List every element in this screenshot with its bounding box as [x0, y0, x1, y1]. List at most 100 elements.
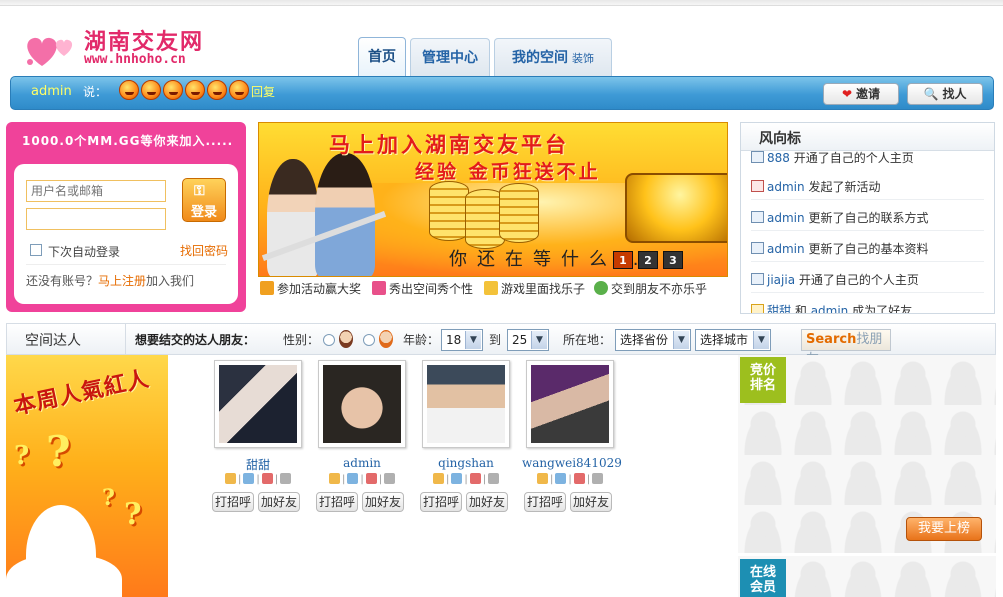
greet-button[interactable]: 打招呼: [316, 492, 358, 512]
heart-icon: ❤: [841, 87, 853, 101]
province-select[interactable]: 选择省份 ▼: [615, 329, 691, 351]
home-icon[interactable]: [243, 473, 255, 484]
say-label: 说：: [83, 85, 108, 99]
feed-user-link[interactable]: admin: [767, 242, 805, 256]
register-link[interactable]: 马上注册: [98, 274, 146, 288]
remember-label: 下次自动登录: [48, 245, 121, 259]
online-members-tag: 在线会员: [740, 559, 786, 597]
age-to-select[interactable]: 25 ▼: [507, 329, 549, 351]
member-photo[interactable]: [526, 360, 614, 448]
feed-user-link[interactable]: admin: [767, 211, 805, 225]
member-name[interactable]: 甜甜: [210, 456, 306, 473]
password-input[interactable]: [26, 208, 166, 230]
forgot-password-link[interactable]: 找回密码: [180, 242, 228, 259]
profile-icon[interactable]: [224, 473, 236, 484]
age-from-select[interactable]: 18 ▼: [441, 329, 483, 351]
feed-item: admin 发起了新活动: [751, 178, 880, 195]
feature-link-space[interactable]: 秀出空间秀个性: [372, 280, 473, 297]
login-button[interactable]: ⚿ 登录: [182, 178, 226, 222]
member-photo[interactable]: [318, 360, 406, 448]
banner-page-3[interactable]: 3: [663, 251, 683, 269]
penguin-icon[interactable]: [384, 473, 396, 484]
reply-link[interactable]: 回复: [251, 83, 275, 100]
male-icon: [339, 330, 353, 348]
city-select[interactable]: 选择城市 ▼: [695, 329, 771, 351]
banner-page-2[interactable]: 2: [638, 251, 658, 269]
person-icon[interactable]: [573, 473, 585, 484]
feed-user-link[interactable]: admin: [767, 180, 805, 194]
weekly-popular-panel[interactable]: 本周人氣紅人 ? ? ? ?: [6, 355, 168, 597]
to-label: 到: [489, 333, 502, 347]
feed-item: 甜甜 和 admin 成为了好友: [751, 302, 912, 313]
member-name[interactable]: qingshan: [418, 456, 514, 470]
feature-link-activity[interactable]: 参加活动赢大奖: [260, 280, 361, 297]
banner-page-1[interactable]: 1: [613, 251, 633, 269]
promo-banner[interactable]: 马上加入湖南交友平台 经验 金币狂送不止 你还在等什么... 123: [258, 122, 728, 277]
chevron-down-icon: ▼: [465, 331, 481, 349]
tab-management[interactable]: 管理中心: [410, 38, 490, 76]
home-icon[interactable]: [555, 473, 567, 484]
add-friend-button[interactable]: 加好友: [258, 492, 300, 512]
feed-user-link[interactable]: jiajia: [767, 273, 795, 287]
feature-link-games[interactable]: 游戏里面找乐子: [484, 280, 585, 297]
coin-stack-icon: [499, 183, 539, 243]
home-icon[interactable]: [347, 473, 359, 484]
username-input[interactable]: [26, 180, 166, 202]
question-mark-icon: ?: [46, 427, 71, 476]
login-headline: 1000.0个MM.GG等你来加入.....: [22, 134, 234, 148]
person-icon[interactable]: [469, 473, 481, 484]
smiley-icon: [141, 80, 161, 100]
member-name[interactable]: wangwei841029: [522, 456, 622, 470]
divider: [751, 230, 984, 231]
sex-female-radio[interactable]: [363, 334, 375, 346]
add-friend-button[interactable]: 加好友: [570, 492, 612, 512]
member-photo-image: [427, 365, 505, 443]
banner-person-image: [267, 159, 319, 276]
home-icon[interactable]: [451, 473, 463, 484]
sex-male-radio[interactable]: [323, 334, 335, 346]
chevron-down-icon: ▼: [531, 331, 547, 349]
feed-item: jiajia 开通了自己的个人主页: [751, 271, 919, 288]
tab-my-space[interactable]: 我的空间 装饰: [494, 38, 612, 76]
feed-user-link[interactable]: admin: [811, 304, 849, 313]
add-friend-button[interactable]: 加好友: [466, 492, 508, 512]
tab-home[interactable]: 首页: [358, 37, 406, 77]
member-action-icons: | | |: [526, 473, 614, 485]
add-friend-button[interactable]: 加好友: [362, 492, 404, 512]
profile-icon[interactable]: [432, 473, 444, 484]
penguin-icon[interactable]: [592, 473, 604, 484]
person-icon[interactable]: [261, 473, 273, 484]
feed-header: 风向标: [741, 123, 994, 151]
feed-user-link[interactable]: 888: [767, 151, 790, 165]
join-ranking-button[interactable]: 我要上榜: [906, 517, 982, 541]
penguin-icon[interactable]: [280, 473, 292, 484]
question-mark-icon: ?: [102, 485, 115, 511]
top-strip: [0, 0, 1003, 6]
person-icon[interactable]: [365, 473, 377, 484]
greet-button[interactable]: 打招呼: [524, 492, 566, 512]
remember-checkbox[interactable]: [30, 244, 42, 256]
female-icon: [379, 330, 393, 348]
member-action-icons: | | |: [318, 473, 406, 485]
profile-icon[interactable]: [328, 473, 340, 484]
profile-icon[interactable]: [536, 473, 548, 484]
chevron-down-icon: ▼: [753, 331, 769, 349]
friend-icon: [594, 281, 608, 295]
search-friends-button[interactable]: Search找朋友: [801, 329, 891, 367]
invite-button[interactable]: ❤ 邀请: [823, 83, 899, 105]
member-action-icons: | | |: [214, 473, 302, 485]
member-photo[interactable]: [422, 360, 510, 448]
current-username[interactable]: admin: [31, 84, 72, 99]
greet-button[interactable]: 打招呼: [420, 492, 462, 512]
banner-title: 马上加入湖南交友平台: [329, 133, 569, 157]
feed-user-link[interactable]: 甜甜: [767, 304, 791, 313]
section-title: 空间达人: [25, 333, 81, 349]
feature-link-friends[interactable]: 交到朋友不亦乐乎: [594, 280, 707, 297]
member-photo[interactable]: [214, 360, 302, 448]
site-logo[interactable]: 湖南交友网 www.hnhoho.cn: [20, 24, 250, 74]
banner-subtitle: 经验 金币狂送不止: [415, 161, 601, 183]
member-name[interactable]: admin: [314, 456, 410, 470]
greet-button[interactable]: 打招呼: [212, 492, 254, 512]
penguin-icon[interactable]: [488, 473, 500, 484]
find-people-button[interactable]: 🔍 找人: [907, 83, 983, 105]
